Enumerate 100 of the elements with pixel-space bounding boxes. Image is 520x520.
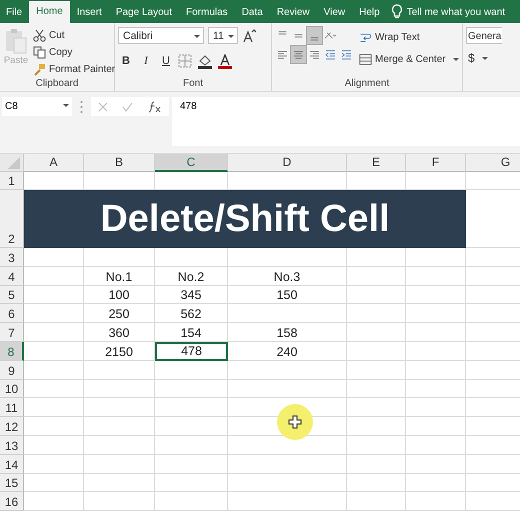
table-cell	[406, 286, 466, 304]
vertical-align-icon[interactable]	[307, 27, 322, 44]
table-cell	[84, 380, 155, 398]
cancel-icon[interactable]	[98, 102, 108, 112]
ribbon-tab[interactable]: Insert	[70, 3, 109, 22]
table-cell	[24, 248, 84, 267]
table-cell	[406, 342, 466, 361]
row-header[interactable]: 6	[0, 304, 24, 324]
cell-value: 562	[180, 307, 202, 322]
table-cell	[406, 304, 466, 324]
cell-value: 158	[276, 326, 298, 340]
font-name-field[interactable]: Calibri	[118, 27, 204, 44]
column-header[interactable]: A	[24, 154, 84, 172]
paintbrush-icon	[33, 62, 46, 76]
column-header[interactable]: G	[466, 154, 520, 172]
table-cell	[24, 454, 84, 474]
cursor-highlight-icon	[277, 404, 313, 440]
horizontal-align-icon[interactable]	[291, 46, 306, 63]
row-header[interactable]: 15	[0, 474, 24, 492]
wrap-text-button[interactable]: Wrap Text	[357, 29, 461, 45]
table-cell	[84, 417, 155, 436]
format-painter-button[interactable]: Format Painter	[31, 61, 118, 77]
row-header[interactable]: 16	[0, 492, 24, 512]
ribbon-tab[interactable]: Formulas	[179, 3, 235, 22]
cell-value: No.2	[178, 270, 204, 284]
currency-button[interactable]: $	[466, 50, 502, 66]
ribbon-tab[interactable]: File	[0, 3, 30, 22]
column-header[interactable]: D	[228, 154, 347, 172]
merge-center-button[interactable]: Merge & Center	[357, 51, 461, 67]
table-cell	[84, 474, 155, 492]
underline-button[interactable]: U	[158, 55, 174, 67]
borders-icon[interactable]	[178, 54, 193, 68]
cell-value: No.3	[274, 270, 300, 284]
copy-button[interactable]: Copy	[31, 44, 118, 60]
row-header[interactable]: 13	[0, 436, 24, 455]
ribbon-tab[interactable]: Page Layout	[108, 3, 179, 22]
group-label: Font	[182, 78, 203, 89]
table-cell	[406, 474, 466, 492]
table-cell	[84, 398, 155, 418]
table-cell	[347, 380, 406, 398]
ribbon-tab[interactable]: View	[316, 3, 352, 22]
row-header[interactable]: 2	[0, 190, 24, 248]
row-header[interactable]: 5	[0, 286, 24, 304]
grow-font-icon[interactable]	[242, 28, 256, 42]
table-cell	[406, 360, 466, 380]
cell-value: 100	[108, 288, 130, 302]
name-box[interactable]: C8	[2, 97, 72, 116]
table-cell	[24, 380, 84, 398]
tell-me-field[interactable]: Tell me what you want	[406, 3, 520, 22]
table-cell	[347, 492, 406, 512]
row-header[interactable]: 12	[0, 417, 24, 436]
table-cell	[84, 454, 155, 474]
ribbon-tab[interactable]: Review	[270, 3, 317, 22]
table-cell	[406, 417, 466, 436]
formula-field[interactable]: 478	[172, 97, 520, 146]
ribbon-tab[interactable]: Help	[352, 3, 387, 22]
function-icon[interactable]	[148, 100, 162, 112]
number-format-field[interactable]: Genera	[466, 27, 502, 44]
row-header[interactable]: 3	[0, 248, 24, 267]
table-cell	[24, 492, 84, 512]
ribbon-tab[interactable]: Data	[234, 3, 270, 22]
cell-value: 360	[108, 326, 130, 340]
scissors-icon	[33, 28, 46, 42]
row-header[interactable]: 14	[0, 454, 24, 474]
bold-button[interactable]: B	[118, 55, 134, 67]
table-cell	[406, 454, 466, 474]
column-header[interactable]: C	[155, 154, 228, 172]
row-header[interactable]: 9	[0, 360, 24, 380]
drag-handle-icon[interactable]	[80, 100, 83, 114]
italic-button[interactable]: I	[138, 55, 154, 67]
cell-value: No.1	[106, 270, 132, 284]
font-color-icon[interactable]	[217, 54, 233, 68]
row-header[interactable]: 11	[0, 398, 24, 418]
table-cell	[24, 436, 84, 455]
row-header[interactable]: 4	[0, 266, 24, 286]
table-cell	[406, 380, 466, 398]
row-header[interactable]: 8	[0, 342, 24, 361]
active-cell[interactable]: 478	[155, 342, 228, 361]
table-cell	[347, 398, 406, 418]
table-cell	[24, 417, 84, 436]
column-header[interactable]: F	[406, 154, 466, 172]
row-header[interactable]: 10	[0, 380, 24, 398]
column-header[interactable]: E	[347, 154, 406, 172]
cut-button[interactable]: Cut	[31, 27, 118, 43]
table-cell	[84, 436, 155, 455]
cell-value: 2150	[105, 344, 133, 359]
table-cell	[406, 323, 466, 342]
font-size-field[interactable]: 11	[208, 27, 238, 44]
table-cell	[347, 248, 406, 267]
table-cell	[347, 436, 406, 455]
ribbon-tab[interactable]: Home	[29, 1, 70, 23]
table-cell	[347, 360, 406, 380]
column-header[interactable]: B	[84, 154, 155, 172]
table-cell	[84, 492, 155, 512]
row-header[interactable]: 1	[0, 172, 24, 190]
table-cell	[406, 398, 466, 418]
table-cell	[24, 360, 84, 380]
fill-color-icon[interactable]	[197, 54, 213, 68]
enter-icon[interactable]	[122, 102, 134, 112]
row-header[interactable]: 7	[0, 323, 24, 342]
